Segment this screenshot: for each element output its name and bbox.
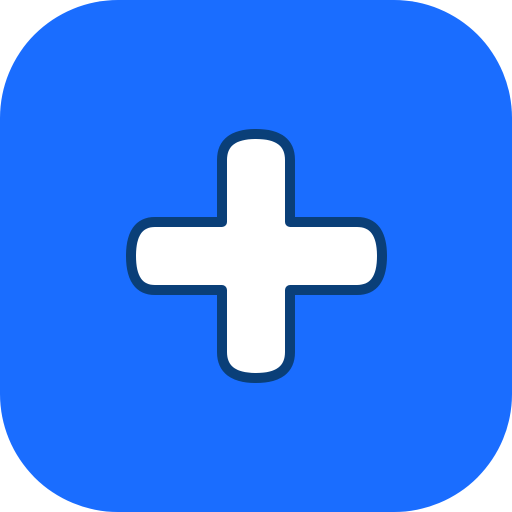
app-icon-graphic	[0, 0, 512, 512]
app-icon[interactable]	[0, 0, 512, 512]
